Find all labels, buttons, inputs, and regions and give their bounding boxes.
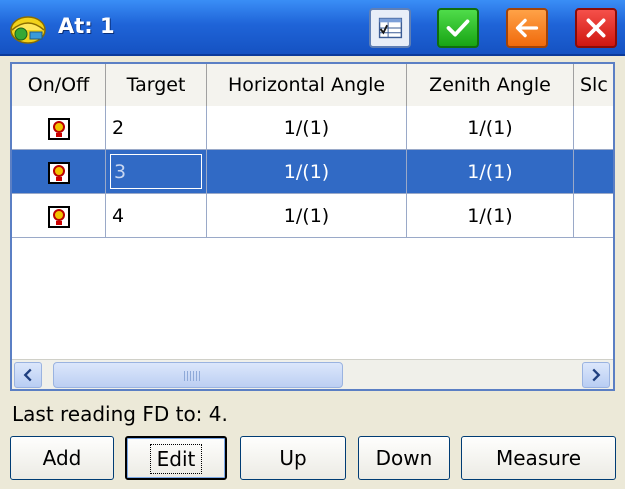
prism-target-icon[interactable]: [47, 117, 70, 140]
zenith-angle-cell[interactable]: 1/(1): [407, 150, 574, 194]
zenith-angle-cell[interactable]: 1/(1): [407, 194, 574, 238]
title-bar: At: 1: [0, 0, 625, 56]
table-header: On/Off Target Horizontal Angle Zenith An…: [12, 64, 613, 106]
target-edit-field[interactable]: 3: [110, 154, 202, 189]
add-button[interactable]: Add: [10, 436, 114, 480]
column-header-horizontal-angle[interactable]: Horizontal Angle: [207, 64, 407, 106]
chevron-right-icon: [592, 368, 601, 382]
horizontal-angle-cell[interactable]: 1/(1): [207, 106, 407, 150]
surveyor-helmet-icon: [8, 10, 48, 46]
checkmark-icon: [446, 19, 470, 37]
slope-cell[interactable]: [574, 150, 613, 194]
window-title: At: 1: [58, 14, 115, 38]
target-cell[interactable]: 3: [106, 150, 207, 194]
back-button[interactable]: [506, 8, 548, 48]
slope-cell[interactable]: [574, 106, 613, 150]
on-off-cell[interactable]: [12, 194, 106, 238]
prism-target-icon[interactable]: [47, 205, 70, 228]
column-header-target[interactable]: Target: [106, 64, 207, 106]
edit-button[interactable]: Edit: [125, 436, 227, 480]
table-row-selected[interactable]: 3 1/(1) 1/(1): [12, 150, 613, 194]
target-cell[interactable]: 4: [106, 194, 207, 238]
prism-target-icon[interactable]: [47, 161, 70, 184]
table-row[interactable]: 2 1/(1) 1/(1): [12, 106, 613, 150]
measure-button[interactable]: Measure: [461, 436, 616, 480]
close-button[interactable]: [575, 8, 617, 48]
on-off-cell[interactable]: [12, 106, 106, 150]
ok-button[interactable]: [437, 8, 479, 48]
table-view-icon: [378, 17, 403, 39]
up-button-label: Up: [279, 446, 307, 470]
target-cell[interactable]: 2: [106, 106, 207, 150]
slope-cell[interactable]: [574, 194, 613, 238]
horizontal-scrollbar[interactable]: [12, 359, 613, 389]
down-button[interactable]: Down: [358, 436, 450, 480]
chevron-left-icon: [23, 368, 32, 382]
measure-button-label: Measure: [496, 446, 581, 470]
column-header-zenith-angle[interactable]: Zenith Angle: [407, 64, 574, 106]
horizontal-angle-cell[interactable]: 1/(1): [207, 194, 407, 238]
column-header-on-off[interactable]: On/Off: [12, 64, 106, 106]
table-view-button[interactable]: [369, 8, 411, 48]
status-text: Last reading FD to: 4.: [12, 402, 228, 426]
scroll-right-button[interactable]: [582, 362, 610, 388]
up-button[interactable]: Up: [240, 436, 346, 480]
close-icon: [586, 18, 606, 38]
add-button-label: Add: [42, 446, 82, 470]
scroll-left-button[interactable]: [14, 362, 42, 388]
scrollbar-thumb[interactable]: [53, 362, 343, 388]
column-header-slope[interactable]: Slc: [574, 64, 613, 106]
on-off-cell[interactable]: [12, 150, 106, 194]
edit-button-label: Edit: [149, 444, 203, 474]
zenith-angle-cell[interactable]: 1/(1): [407, 106, 574, 150]
down-button-label: Down: [375, 446, 433, 470]
back-arrow-icon: [515, 18, 539, 38]
targets-table: On/Off Target Horizontal Angle Zenith An…: [10, 62, 615, 391]
horizontal-angle-cell[interactable]: 1/(1): [207, 150, 407, 194]
scrollbar-grip: [184, 371, 200, 381]
table-row[interactable]: 4 1/(1) 1/(1): [12, 194, 613, 238]
